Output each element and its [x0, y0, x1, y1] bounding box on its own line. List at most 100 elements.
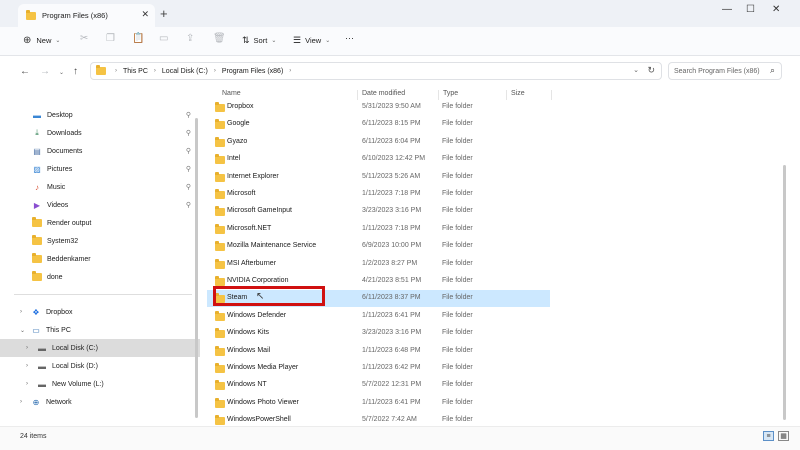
close-tab-icon[interactable]: ✕ [141, 9, 149, 20]
copy-icon[interactable]: ❐ [106, 33, 115, 44]
file-row[interactable]: Gyazo 6/11/2023 6:04 PM File folder [207, 134, 550, 151]
file-row[interactable]: Mozilla Maintenance Service 6/9/2023 10:0… [207, 238, 550, 255]
tree-item-local-disk-c-[interactable]: › ▬ Local Disk (C:) [0, 339, 200, 357]
sort-button[interactable]: ⇅ Sort ⌄ [242, 35, 276, 46]
file-row[interactable]: Windows Mail 1/11/2023 6:48 PM File folder [207, 343, 550, 360]
details-view-icon[interactable]: ≡ [763, 431, 774, 441]
close-window-button[interactable]: ✕ [772, 4, 780, 15]
file-row[interactable]: Steam 6/11/2023 8:37 PM File folder ↖ [207, 286, 550, 308]
column-size[interactable]: Size [511, 90, 525, 97]
sidebar-item-videos[interactable]: ▶ Videos ⚲ [0, 196, 200, 214]
file-row[interactable]: Microsoft 1/11/2023 7:18 PM File folder [207, 186, 550, 203]
content-scrollbar[interactable] [783, 165, 786, 420]
maximize-button[interactable]: ☐ [746, 4, 755, 15]
cut-icon[interactable]: ✂ [80, 33, 88, 44]
new-button[interactable]: ⊕ New ⌄ [23, 35, 60, 46]
new-tab-button[interactable]: + [160, 6, 168, 21]
tree-item-local-disk-d-[interactable]: › ▬ Local Disk (D:) [0, 357, 200, 375]
refresh-icon[interactable]: ↻ [647, 65, 655, 76]
sort-label: Sort [253, 36, 268, 45]
tree-item-new-volume-l-[interactable]: › ▬ New Volume (L:) [0, 375, 200, 393]
item-count: 24 items [20, 433, 47, 440]
folder-icon [215, 328, 225, 339]
up-button[interactable]: ↑ [73, 66, 78, 77]
tree-item-this-pc[interactable]: ⌄ ▭ This PC [0, 321, 200, 339]
file-row[interactable]: Intel 6/10/2023 12:42 PM File folder [207, 151, 550, 168]
file-type: File folder [442, 329, 473, 337]
sidebar-item-label: Downloads [47, 129, 82, 137]
folder-icon [215, 276, 225, 286]
file-row[interactable]: MSI Afterburner 1/2/2023 8:27 PM File fold… [207, 256, 550, 273]
sidebar-item-pictures[interactable]: ▨ Pictures ⚲ [0, 160, 200, 178]
file-row[interactable]: Google 6/11/2023 8:15 PM File folder [207, 116, 550, 133]
column-type[interactable]: Type [443, 90, 458, 97]
breadcrumb-this-pc[interactable]: This PC [123, 68, 148, 75]
breadcrumb-local-disk[interactable]: Local Disk (C:) [162, 68, 208, 75]
file-row[interactable]: Internet Explorer 5/11/2023 5:26 AM File f… [207, 169, 550, 186]
breadcrumb-program-files[interactable]: Program Files (x86) [222, 68, 283, 75]
column-date-modified[interactable]: Date modified [362, 90, 405, 97]
sidebar-item-system32[interactable]: System32 [0, 232, 200, 250]
folder-icon [31, 253, 43, 263]
recent-locations-icon[interactable]: ⌄ [59, 69, 64, 76]
tiles-view-icon[interactable]: ▦ [778, 431, 789, 441]
rename-icon[interactable]: ▭ [159, 33, 168, 44]
sidebar-item-render-output[interactable]: Render output [0, 214, 200, 232]
delete-icon[interactable]: 🗑 [213, 33, 226, 44]
file-date: 1/11/2023 7:18 PM [362, 190, 421, 197]
chevron-down-icon[interactable]: ⌄ [633, 66, 639, 74]
file-date: 5/7/2022 12:31 PM [362, 381, 422, 389]
file-row[interactable]: Windows Defender 1/11/2023 6:41 PM File fo… [207, 308, 550, 325]
chevron-right-icon[interactable]: › [26, 345, 36, 351]
file-list: ⌃ Name Date modified Type Size Dropbox 5/… [202, 87, 782, 426]
chevron-right-icon: › [115, 68, 117, 74]
folder-icon [31, 235, 43, 245]
file-name: NVIDIA Corporation [227, 277, 289, 284]
share-icon[interactable]: ⇪ [186, 33, 194, 44]
folder-shape [32, 271, 42, 281]
sidebar-item-downloads[interactable]: ⤓ Downloads ⚲ [0, 124, 200, 142]
file-date: 6/9/2023 10:00 PM [362, 242, 422, 250]
file-date: 1/11/2023 6:42 PM [362, 364, 421, 371]
file-row[interactable]: Microsoft.NET 1/11/2023 7:18 PM File folde… [207, 221, 550, 238]
sidebar-item-done[interactable]: done [0, 268, 200, 286]
sidebar-item-desktop[interactable]: ▬ Desktop ⚲ [0, 106, 200, 124]
sidebar-item-documents[interactable]: ▤ Documents ⚲ [0, 142, 200, 160]
chevron-down-icon[interactable]: ⌄ [20, 327, 30, 334]
file-row[interactable]: Microsoft GameInput 3/23/2023 3:16 PM File… [207, 203, 550, 220]
file-row[interactable]: Windows Kits 3/23/2023 3:16 PM File folder [207, 325, 550, 342]
folder-icon [215, 258, 225, 269]
forward-button[interactable]: → [40, 66, 50, 77]
file-row[interactable]: Dropbox 5/31/2023 9:50 AM File folder [207, 99, 550, 116]
file-row[interactable]: WindowsPowerShell 5/7/2022 7:42 AM File fo… [207, 412, 550, 426]
view-label: View [305, 36, 322, 45]
file-type: File folder [442, 381, 473, 389]
file-row[interactable]: Windows Photo Viewer 1/11/2023 6:41 PM Fil… [207, 395, 550, 412]
minimize-button[interactable]: — [722, 4, 732, 15]
tree-item-dropbox[interactable]: › ❖ Dropbox [0, 303, 200, 321]
sidebar-item-music[interactable]: ♪ Music ⚲ [0, 178, 200, 196]
file-row[interactable]: Windows Media Player 1/11/2023 6:42 PM Fil… [207, 360, 550, 377]
file-name: Mozilla Maintenance Service [227, 242, 317, 250]
tab-program-files[interactable]: Program Files (x86) ✕ [18, 4, 155, 27]
paste-icon[interactable]: 📋 [132, 33, 144, 44]
search-box[interactable]: Search Program Files (x86) ⌕ [668, 62, 782, 80]
file-row[interactable]: Windows NT 5/7/2022 12:31 PM File folder [207, 377, 550, 394]
sidebar-item-label: done [47, 273, 63, 281]
column-divider[interactable] [551, 90, 552, 100]
address-bar[interactable]: › This PC › Local Disk (C:) › Program Fi… [90, 62, 662, 80]
chevron-right-icon[interactable]: › [20, 309, 30, 315]
chevron-right-icon[interactable]: › [26, 381, 36, 387]
sidebar-item-beddenkamer[interactable]: Beddenkamer [0, 250, 200, 268]
file-type: File folder [442, 120, 473, 128]
tree-item-network[interactable]: › ⊕ Network [0, 393, 200, 411]
chevron-right-icon[interactable]: › [26, 363, 36, 369]
file-type: File folder [442, 398, 473, 406]
chevron-right-icon[interactable]: › [20, 399, 30, 405]
more-options-button[interactable]: ··· [345, 33, 354, 43]
back-button[interactable]: ← [20, 66, 30, 77]
nav-scrollbar[interactable] [195, 118, 198, 418]
view-button[interactable]: ☰ View ⌄ [293, 35, 330, 46]
folder-icon [26, 9, 36, 20]
column-name[interactable]: Name [222, 90, 241, 97]
